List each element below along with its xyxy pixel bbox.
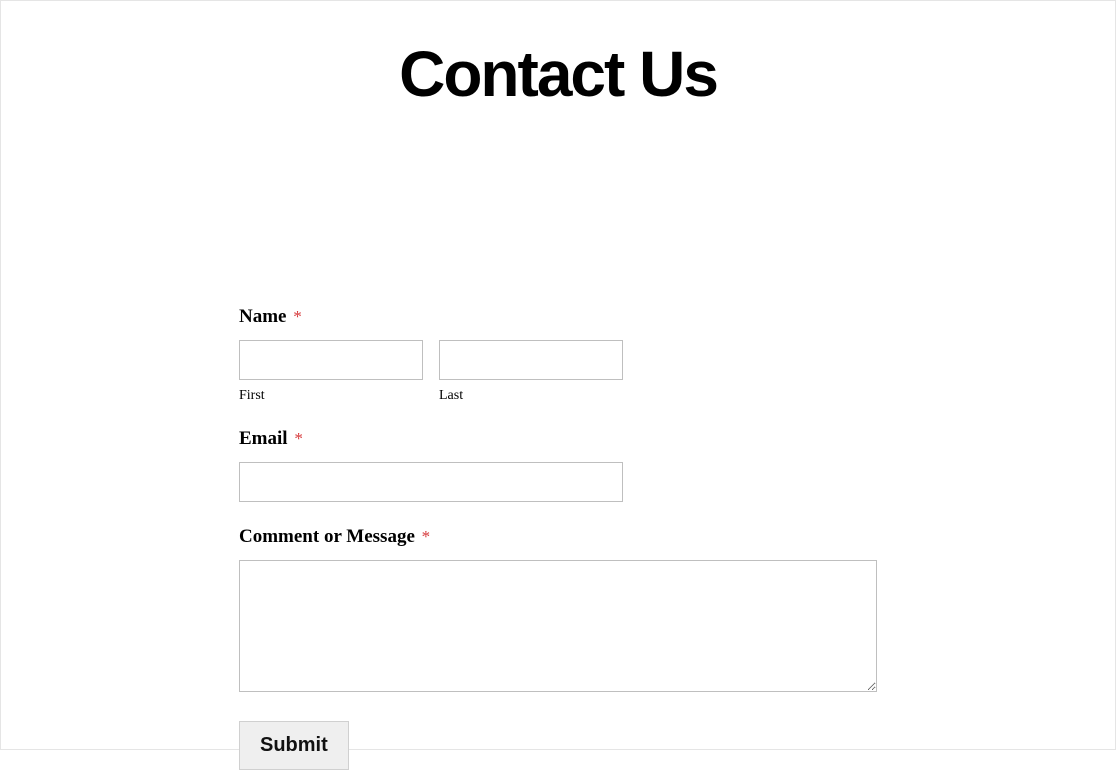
page-container: Contact Us Name * First Last Email: [0, 0, 1116, 750]
last-name-sublabel: Last: [439, 388, 623, 404]
last-name-col: Last: [439, 340, 623, 404]
email-label-text: Email: [239, 428, 288, 449]
email-label: Email *: [239, 428, 879, 450]
contact-form: Name * First Last Email *: [239, 306, 879, 770]
message-field-group: Comment or Message *: [239, 526, 879, 697]
first-name-col: First: [239, 340, 423, 404]
name-row: First Last: [239, 340, 879, 404]
page-title: Contact Us: [1, 37, 1115, 111]
email-input[interactable]: [239, 462, 623, 502]
name-field-group: Name * First Last: [239, 306, 879, 404]
name-label: Name *: [239, 306, 879, 328]
name-label-text: Name: [239, 306, 286, 327]
name-required-mark: *: [293, 307, 302, 326]
email-required-mark: *: [294, 429, 303, 448]
first-name-input[interactable]: [239, 340, 423, 380]
message-required-mark: *: [422, 527, 431, 546]
submit-button[interactable]: Submit: [239, 721, 349, 770]
last-name-input[interactable]: [439, 340, 623, 380]
message-textarea[interactable]: [239, 560, 877, 692]
message-label-text: Comment or Message: [239, 526, 415, 547]
first-name-sublabel: First: [239, 388, 423, 404]
email-field-group: Email *: [239, 428, 879, 502]
message-label: Comment or Message *: [239, 526, 879, 548]
